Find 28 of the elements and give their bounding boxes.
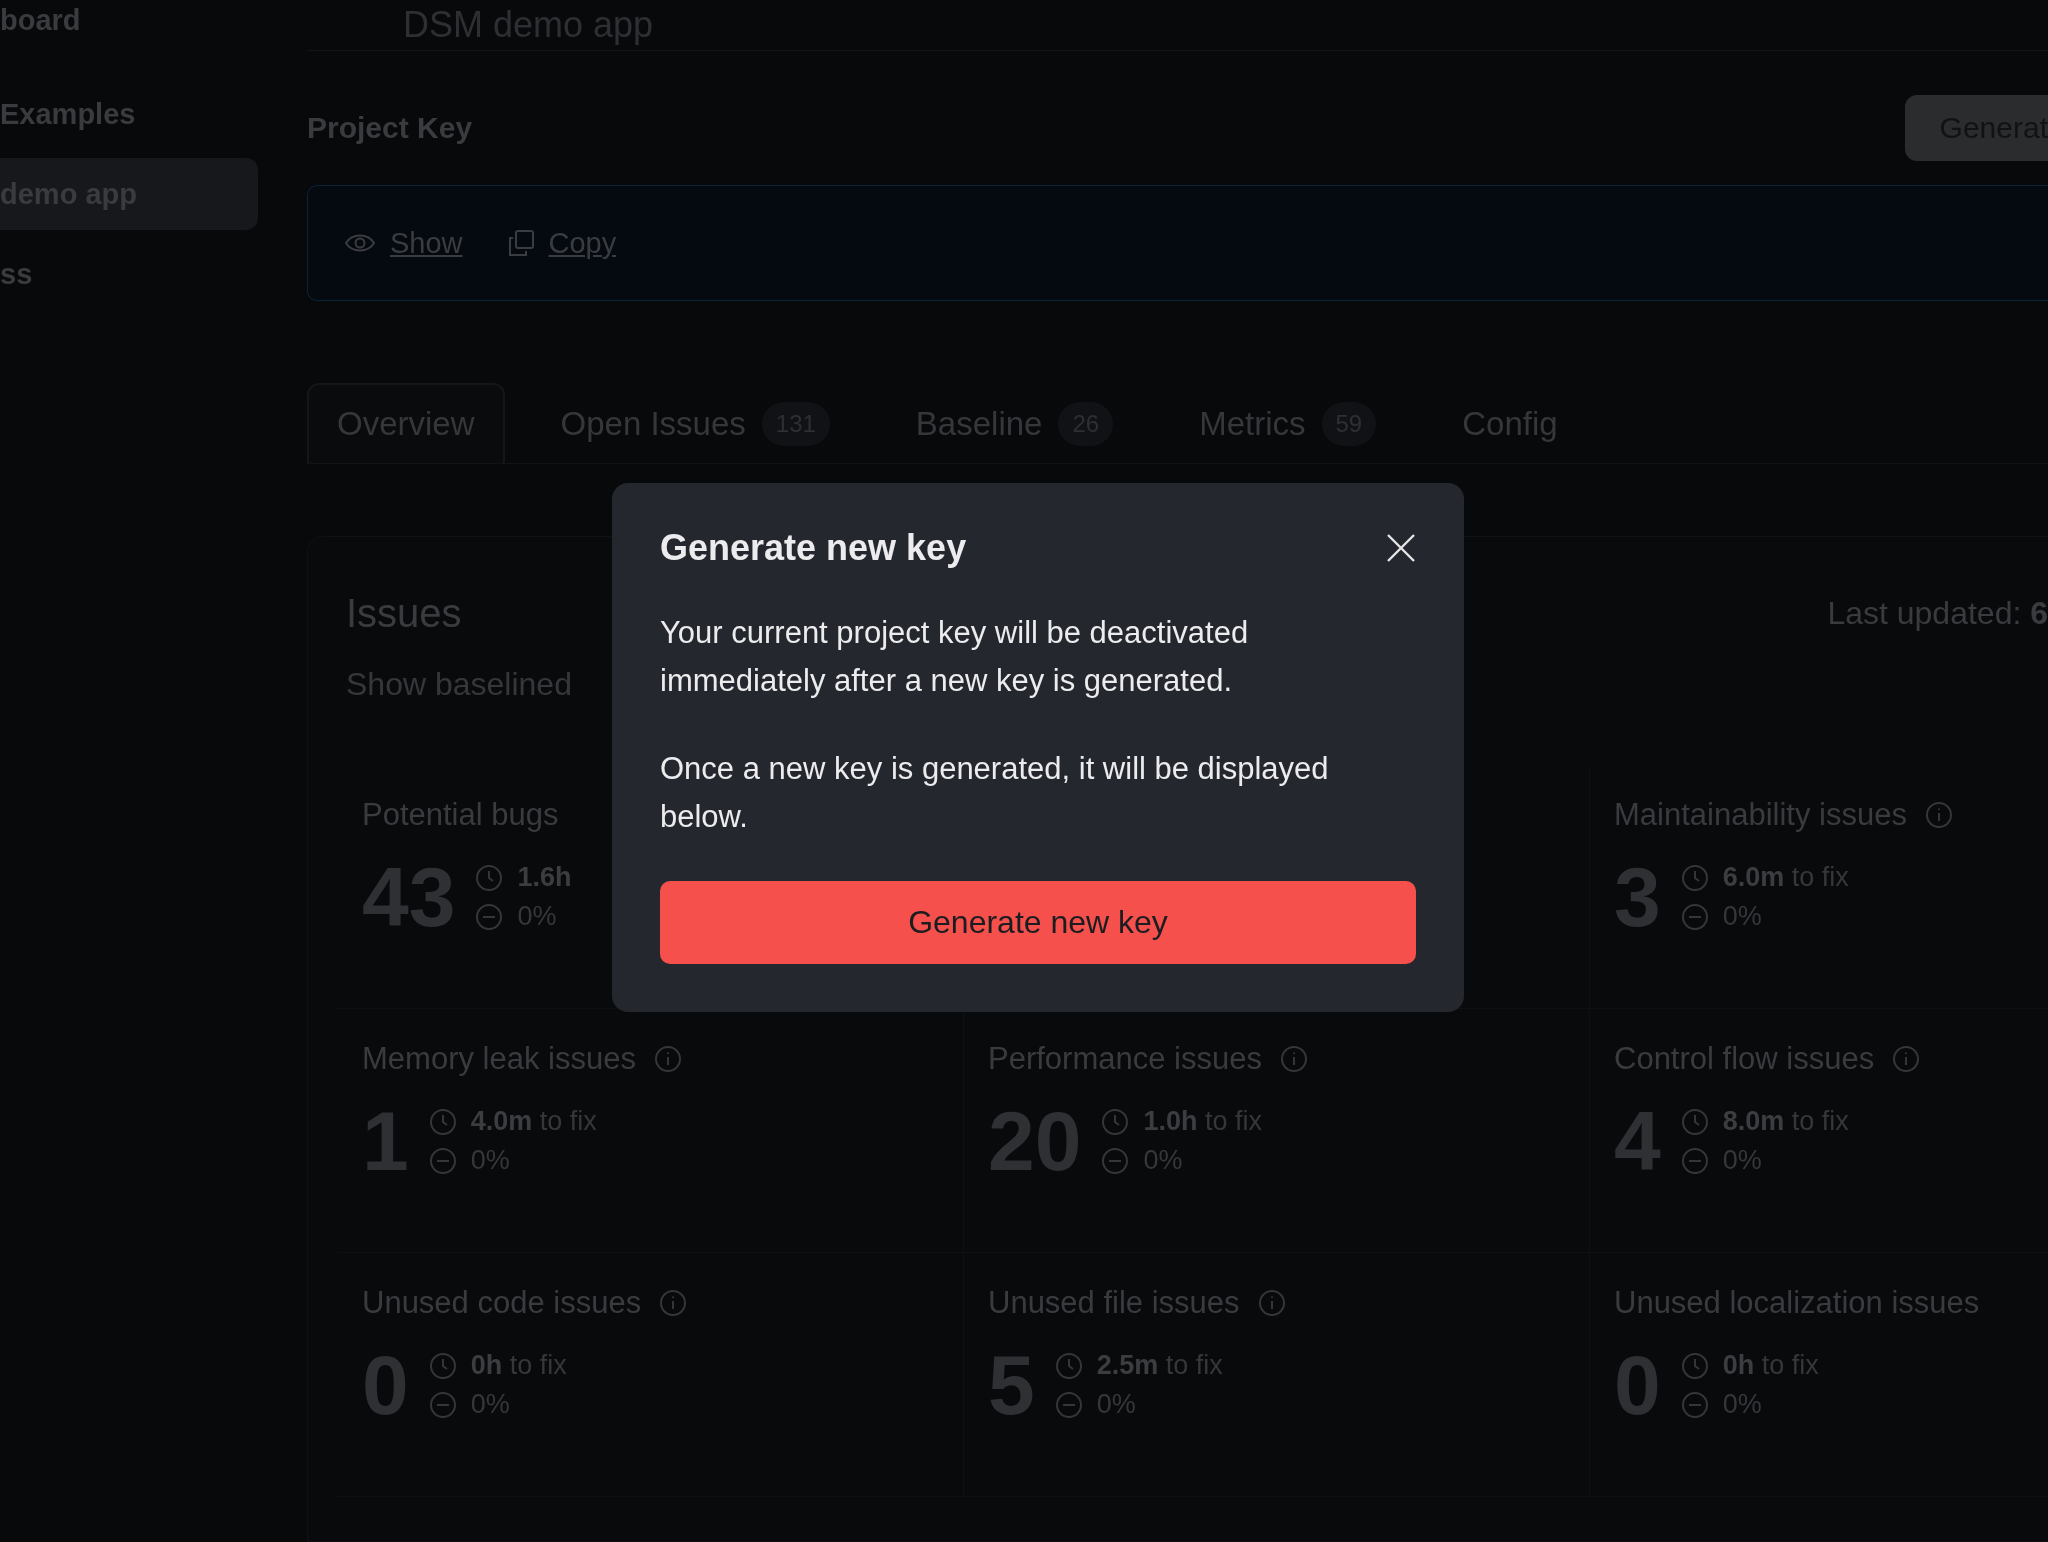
clock-icon bbox=[1054, 1351, 1083, 1380]
generate-key-button[interactable]: Generate new key bbox=[660, 881, 1416, 964]
close-icon[interactable] bbox=[1386, 533, 1416, 563]
minus-circle-icon bbox=[428, 1390, 457, 1419]
minus-circle-icon bbox=[475, 902, 504, 931]
minus-circle-icon bbox=[1680, 902, 1709, 931]
clock-icon bbox=[428, 1351, 457, 1380]
copy-icon bbox=[506, 229, 535, 257]
minus-circle-icon bbox=[1680, 1146, 1709, 1175]
clock-icon bbox=[1680, 1107, 1709, 1136]
info-icon[interactable] bbox=[1924, 801, 1953, 829]
clock-icon bbox=[475, 863, 504, 892]
dialog-text: Your current project key will be deactivated immediately after a new key is generated. bbox=[660, 614, 1250, 700]
clock-icon bbox=[428, 1107, 457, 1136]
minus-circle-icon bbox=[1680, 1390, 1709, 1419]
info-icon[interactable] bbox=[659, 1289, 688, 1317]
info-icon[interactable] bbox=[1279, 1045, 1308, 1073]
clock-icon bbox=[1680, 1351, 1709, 1380]
info-icon[interactable] bbox=[1257, 1289, 1286, 1317]
clock-icon bbox=[1101, 1107, 1130, 1136]
clock-icon bbox=[1680, 863, 1709, 892]
info-icon[interactable] bbox=[1892, 1045, 1921, 1073]
minus-circle-icon bbox=[428, 1146, 457, 1175]
minus-circle-icon bbox=[1054, 1390, 1083, 1419]
dialog-title: Generate new key bbox=[660, 527, 967, 569]
info-icon[interactable] bbox=[653, 1045, 682, 1073]
minus-circle-icon bbox=[1101, 1146, 1130, 1175]
dialog-text: Once a new key is generated, it will be displayed below. bbox=[660, 750, 1330, 836]
